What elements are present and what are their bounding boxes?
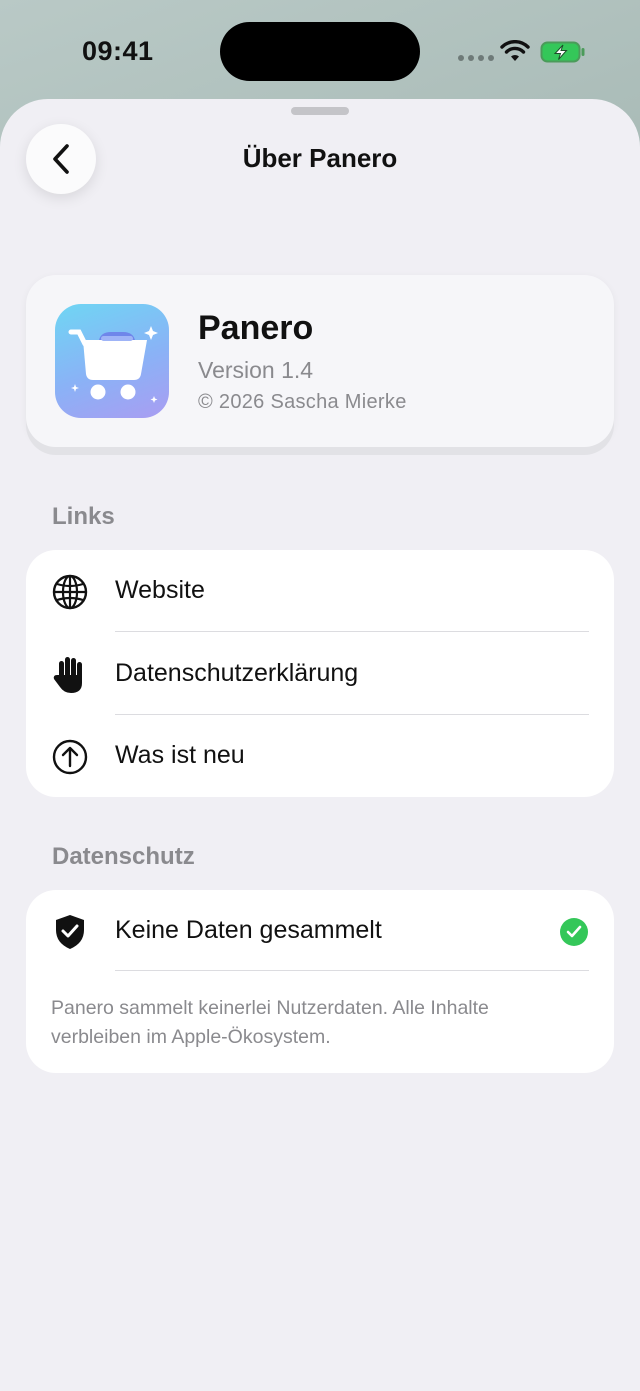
status-bar: 09:41 [0, 0, 640, 100]
link-whats-new-label: Was ist neu [115, 741, 245, 769]
divider [115, 631, 589, 632]
link-website-label: Website [115, 576, 205, 604]
link-whats-new[interactable]: Was ist neu [26, 715, 614, 797]
page-title: Über Panero [242, 143, 398, 173]
hand-raised-icon [50, 655, 90, 695]
cellular-signal-icon [458, 55, 494, 61]
arrow-up-circle-icon [50, 737, 90, 777]
checkmark-circle-icon [560, 918, 588, 946]
shopping-cart-icon [68, 326, 158, 403]
link-privacy-policy[interactable]: Datenschutzerklärung [26, 633, 614, 715]
dynamic-island [220, 22, 420, 81]
section-header-privacy: Datenschutz [52, 843, 195, 870]
privacy-no-data-row: Keine Daten gesammelt [26, 890, 614, 972]
about-sheet: Über Panero Panero Version 1.4 © 2026 Sa… [0, 99, 640, 1391]
sheet-grabber[interactable] [291, 107, 349, 115]
app-version: Version 1.4 [198, 357, 314, 383]
app-name: Panero [198, 309, 314, 347]
app-copyright: © 2026 Sascha Mierke [198, 391, 407, 413]
shield-check-icon [50, 912, 90, 952]
app-icon [55, 304, 169, 418]
privacy-note: Panero sammelt keinerlei Nutzerdaten. Al… [51, 997, 489, 1048]
privacy-no-data-label: Keine Daten gesammelt [115, 916, 382, 944]
links-group: Website Datenschutzerklärung Was ist neu [26, 550, 614, 797]
wifi-icon [500, 40, 530, 61]
section-header-links: Links [52, 503, 115, 530]
link-privacy-policy-label: Datenschutzerklärung [115, 659, 359, 687]
link-website[interactable]: Website [26, 550, 614, 632]
status-time: 09:41 [82, 36, 154, 66]
battery-charging-icon [540, 41, 585, 63]
globe-icon [50, 572, 90, 612]
divider [115, 970, 589, 971]
app-info-card: Panero Version 1.4 © 2026 Sascha Mierke [26, 275, 614, 447]
privacy-group: Keine Daten gesammelt Panero sammelt kei… [26, 890, 614, 1073]
